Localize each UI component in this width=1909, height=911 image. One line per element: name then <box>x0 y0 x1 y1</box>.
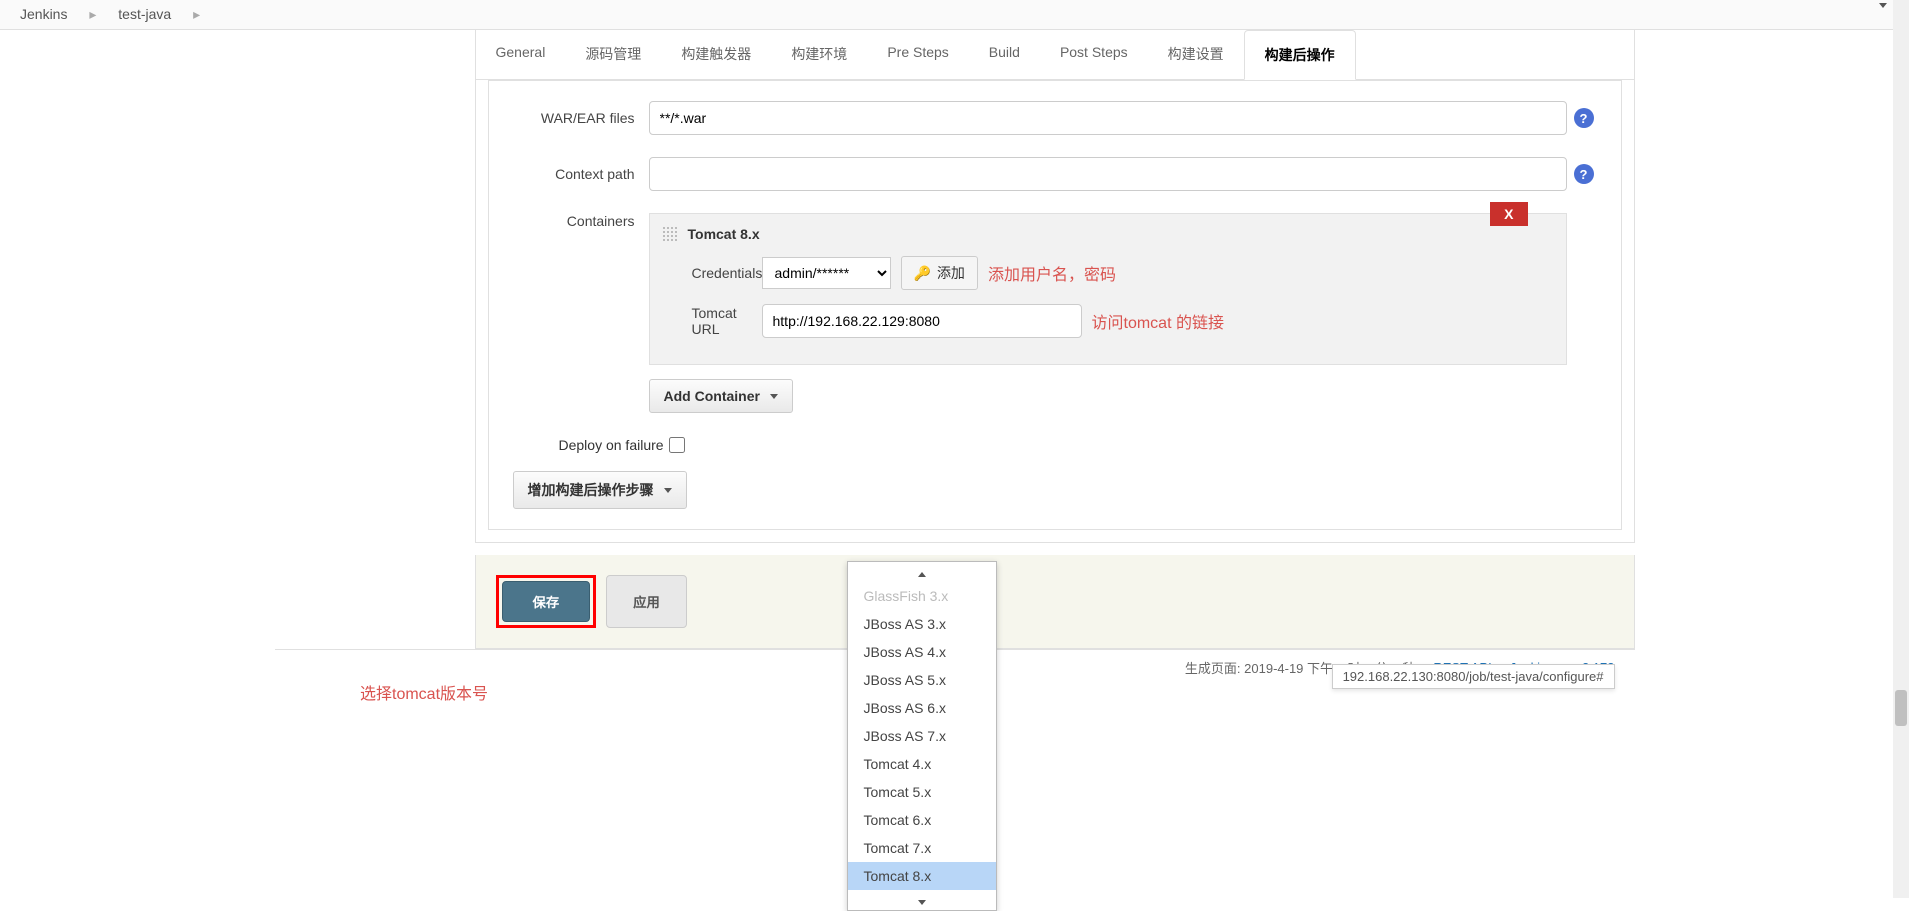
credentials-select[interactable]: admin/****** <box>762 257 891 289</box>
context-path-input[interactable] <box>649 157 1567 191</box>
tab-构建环境[interactable]: 构建环境 <box>771 30 867 79</box>
dropdown-item[interactable]: Tomcat 6.x <box>848 806 996 834</box>
breadcrumb-sep-icon: ▸ <box>89 6 96 22</box>
caret-down-icon <box>918 900 926 905</box>
row-deploy-on-failure: Deploy on failure <box>509 437 1601 453</box>
container-dropdown: GlassFish 3.x JBoss AS 3.xJBoss AS 4.xJB… <box>847 561 997 911</box>
dropdown-item[interactable]: JBoss AS 4.x <box>848 638 996 666</box>
tab-Pre Steps[interactable]: Pre Steps <box>867 30 968 79</box>
tomcat-url-label: Tomcat URL <box>662 305 762 337</box>
caret-down-icon <box>664 488 672 493</box>
context-path-label: Context path <box>509 166 649 182</box>
save-button[interactable]: 保存 <box>502 581 591 622</box>
dropdown-scroll-up[interactable] <box>848 562 996 582</box>
footer-buttons: 保存 应用 <box>475 555 1635 649</box>
container-title: Tomcat 8.x <box>662 226 1554 242</box>
dropdown-item[interactable]: JBoss AS 5.x <box>848 666 996 694</box>
container-name: Tomcat 8.x <box>688 226 760 242</box>
scroll-up-icon[interactable] <box>1879 3 1887 9</box>
drag-grip-icon[interactable] <box>662 226 678 242</box>
breadcrumb-job[interactable]: test-java <box>118 6 171 22</box>
deploy-on-failure-checkbox[interactable] <box>669 437 685 453</box>
dropdown-item[interactable]: GlassFish 3.x <box>848 582 996 610</box>
row-credentials: Credentials admin/****** 🔑 添加 <box>662 256 1554 290</box>
row-containers: Containers X Tomcat 8.x Credentials <box>509 213 1601 413</box>
credentials-label: Credentials <box>662 265 762 281</box>
credentials-note: 添加用户名，密码 <box>988 261 1116 285</box>
row-context-path: Context path ? <box>509 157 1601 191</box>
add-post-build-step-button[interactable]: 增加构建后操作步骤 <box>513 471 687 509</box>
row-tomcat-url: Tomcat URL 访问tomcat 的链接 <box>662 304 1554 338</box>
row-war-files: WAR/EAR files ? <box>509 101 1601 135</box>
config-body: WAR/EAR files ? Context path ? Container… <box>488 80 1622 530</box>
dropdown-item[interactable]: Tomcat 7.x <box>848 834 996 862</box>
tab-Post Steps[interactable]: Post Steps <box>1040 30 1148 79</box>
vertical-scrollbar[interactable] <box>1893 0 1909 898</box>
deploy-on-failure-label: Deploy on failure <box>509 437 669 453</box>
dropdown-item[interactable]: JBoss AS 7.x <box>848 722 996 750</box>
tab-源码管理[interactable]: 源码管理 <box>565 30 661 79</box>
status-bar-url: 192.168.22.130:8080/job/test-java/config… <box>1332 664 1615 689</box>
tabs-bar: General源码管理构建触发器构建环境Pre StepsBuildPost S… <box>476 30 1634 80</box>
dropdown-item[interactable]: JBoss AS 3.x <box>848 610 996 638</box>
breadcrumb-sep-icon: ▸ <box>193 6 200 22</box>
tab-构建设置[interactable]: 构建设置 <box>1148 30 1244 79</box>
war-files-label: WAR/EAR files <box>509 110 649 126</box>
breadcrumb: Jenkins ▸ test-java ▸ <box>0 0 1909 30</box>
add-container-label: Add Container <box>664 388 760 404</box>
add-credentials-button[interactable]: 🔑 添加 <box>901 256 978 290</box>
dropdown-scroll-down[interactable] <box>848 890 996 910</box>
dropdown-item[interactable]: Tomcat 8.x <box>848 862 996 890</box>
containers-box: X Tomcat 8.x Credentials admin/***** <box>649 213 1567 365</box>
help-icon[interactable]: ? <box>1574 108 1594 128</box>
add-container-button[interactable]: Add Container <box>649 379 793 413</box>
add-post-label: 增加构建后操作步骤 <box>528 480 654 500</box>
containers-label: Containers <box>509 213 649 229</box>
tab-构建触发器[interactable]: 构建触发器 <box>661 30 771 79</box>
add-cred-label: 添加 <box>937 263 965 283</box>
save-highlight-box: 保存 <box>496 575 597 628</box>
dropdown-item[interactable]: Tomcat 5.x <box>848 778 996 806</box>
caret-up-icon <box>918 572 926 577</box>
breadcrumb-root[interactable]: Jenkins <box>20 6 67 22</box>
key-icon: 🔑 <box>914 265 931 282</box>
scrollbar-thumb[interactable] <box>1895 690 1907 726</box>
caret-down-icon <box>770 394 778 399</box>
tab-Build[interactable]: Build <box>969 30 1040 79</box>
config-panel: General源码管理构建触发器构建环境Pre StepsBuildPost S… <box>475 30 1635 543</box>
war-files-input[interactable] <box>649 101 1567 135</box>
tab-构建后操作[interactable]: 构建后操作 <box>1244 30 1356 80</box>
dropdown-note: 选择tomcat版本号 <box>360 680 488 704</box>
tomcat-url-input[interactable] <box>762 304 1082 338</box>
tab-General[interactable]: General <box>476 30 566 79</box>
dropdown-item[interactable]: JBoss AS 6.x <box>848 694 996 722</box>
tomcat-url-note: 访问tomcat 的链接 <box>1092 309 1224 333</box>
container-item: Tomcat 8.x Credentials admin/****** 🔑 <box>662 226 1554 338</box>
dropdown-item[interactable]: Tomcat 4.x <box>848 750 996 778</box>
remove-container-button[interactable]: X <box>1490 202 1527 226</box>
help-icon[interactable]: ? <box>1574 164 1594 184</box>
apply-button[interactable]: 应用 <box>606 575 687 628</box>
